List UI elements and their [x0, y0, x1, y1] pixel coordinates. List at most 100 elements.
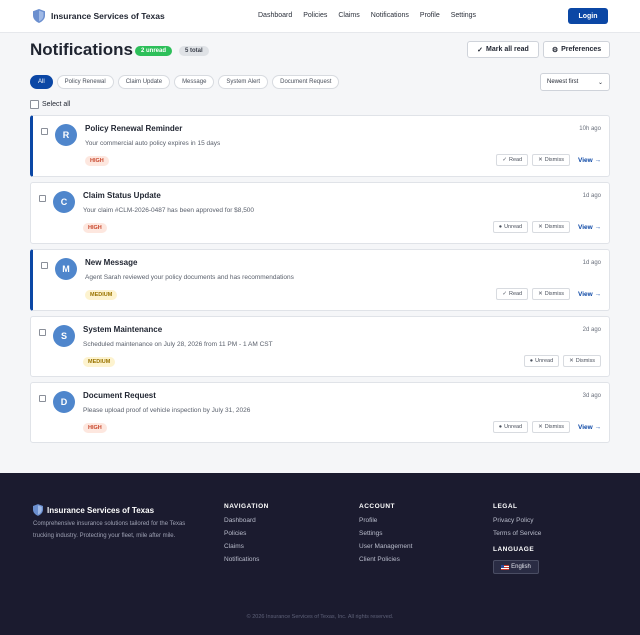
avatar: C — [53, 191, 75, 213]
dismiss-label: Dismiss — [544, 157, 564, 163]
dismiss-label: Dismiss — [575, 358, 595, 364]
nav-item-policies[interactable]: Policies — [303, 12, 327, 19]
footer-link-policies[interactable]: Policies — [224, 530, 269, 537]
footer-account-heading: ACCOUNT — [359, 503, 395, 510]
select-all[interactable]: Select all — [30, 100, 70, 109]
language-label: English — [511, 564, 531, 570]
total-count-badge: 5 total — [179, 46, 209, 56]
footer-link-user-management[interactable]: User Management — [359, 543, 412, 550]
notification-card[interactable]: S System Maintenance Scheduled maintenan… — [30, 316, 610, 377]
notification-actions: ● Unread ✕ Dismiss View → — [492, 421, 601, 433]
mark-all-read-button[interactable]: ✓ Mark all read — [467, 41, 539, 58]
notification-time: 1d ago — [582, 260, 601, 266]
dismiss-button[interactable]: ✕ Dismiss — [532, 221, 570, 233]
dismiss-button[interactable]: ✕ Dismiss — [532, 154, 570, 166]
notification-time: 2d ago — [582, 327, 601, 333]
notification-title: Document Request — [83, 391, 156, 400]
notification-message: Your commercial auto policy expires in 1… — [85, 140, 221, 147]
mark-read-button[interactable]: ✓ Read — [496, 154, 529, 166]
notification-title: New Message — [85, 258, 138, 267]
dismiss-button[interactable]: ✕ Dismiss — [532, 421, 570, 433]
priority-badge: MEDIUM — [83, 357, 116, 367]
footer-account-column: ACCOUNT Profile Settings User Management… — [359, 503, 412, 569]
dismiss-label: Dismiss — [544, 291, 564, 297]
dot-icon: ● — [498, 424, 503, 430]
view-link[interactable]: View → — [578, 157, 601, 164]
notification-checkbox[interactable] — [41, 262, 48, 269]
dismiss-button[interactable]: ✕ Dismiss — [532, 288, 570, 300]
close-icon: ✕ — [538, 291, 543, 297]
select-all-checkbox[interactable] — [30, 100, 39, 109]
preferences-label: Preferences — [561, 46, 602, 53]
nav-item-profile[interactable]: Profile — [420, 12, 440, 19]
view-link[interactable]: View → — [578, 424, 601, 431]
check-icon: ✓ — [477, 46, 484, 54]
sort-select[interactable]: Newest first ⌄ — [540, 73, 610, 91]
footer-link-dashboard[interactable]: Dashboard — [224, 517, 269, 524]
mark-unread-button[interactable]: ● Unread — [492, 221, 529, 233]
language-button[interactable]: English — [493, 560, 539, 574]
notification-time: 1d ago — [582, 193, 601, 199]
notification-checkbox[interactable] — [41, 128, 48, 135]
footer-navigation-column: NAVIGATION Dashboard Policies Claims Not… — [224, 503, 269, 569]
brand-name: Insurance Services of Texas — [51, 11, 165, 21]
shield-logo-icon — [33, 9, 45, 23]
unread-count-badge: 2 unread — [135, 46, 173, 56]
nav-item-claims[interactable]: Claims — [338, 12, 359, 19]
notification-actions: ✓ Read ✕ Dismiss View → — [496, 154, 601, 166]
priority-badge: HIGH — [83, 223, 107, 233]
top-navbar: Insurance Services of Texas Dashboard Po… — [0, 0, 640, 33]
filter-chips: All Policy Renewal Claim Update Message … — [30, 75, 340, 89]
filter-chip-system-alert[interactable]: System Alert — [218, 75, 269, 89]
nav-item-dashboard[interactable]: Dashboard — [258, 12, 292, 19]
view-link[interactable]: View → — [578, 224, 601, 231]
notification-message: Scheduled maintenance on July 28, 2026 f… — [83, 341, 273, 348]
copyright: © 2026 Insurance Services of Texas, Inc.… — [246, 614, 394, 620]
nav-item-notifications[interactable]: Notifications — [371, 12, 409, 19]
preferences-button[interactable]: ⚙ Preferences — [543, 41, 610, 58]
close-icon: ✕ — [538, 424, 543, 430]
notification-checkbox[interactable] — [39, 395, 46, 402]
avatar: S — [53, 325, 75, 347]
shield-logo-icon — [33, 504, 43, 516]
mark-all-read-label: Mark all read — [486, 46, 529, 53]
view-link[interactable]: View → — [578, 291, 601, 298]
login-button[interactable]: Login — [568, 8, 608, 24]
close-icon: ✕ — [538, 157, 543, 163]
filter-chip-claim-update[interactable]: Claim Update — [117, 75, 171, 89]
notification-message: Please upload proof of vehicle inspectio… — [83, 407, 251, 414]
priority-badge: MEDIUM — [85, 290, 118, 300]
notification-checkbox[interactable] — [39, 195, 46, 202]
nav-item-settings[interactable]: Settings — [451, 12, 476, 19]
filter-chip-document-request[interactable]: Document Request — [272, 75, 340, 89]
footer-link-claims[interactable]: Claims — [224, 543, 269, 550]
mark-unread-label: Unread — [504, 224, 523, 230]
footer-brand-name: Insurance Services of Texas — [47, 505, 155, 515]
chevron-down-icon: ⌄ — [597, 79, 603, 86]
mark-unread-button[interactable]: ● Unread — [523, 355, 560, 367]
footer-link-privacy-policy[interactable]: Privacy Policy — [493, 517, 541, 524]
notification-title: System Maintenance — [83, 325, 163, 334]
us-flag-icon — [501, 564, 510, 570]
mark-read-button[interactable]: ✓ Read — [496, 288, 529, 300]
brand[interactable]: Insurance Services of Texas — [33, 9, 165, 23]
notification-card[interactable]: D Document Request Please upload proof o… — [30, 382, 610, 443]
priority-badge: HIGH — [85, 156, 109, 166]
footer-link-terms-of-service[interactable]: Terms of Service — [493, 530, 541, 537]
dismiss-button[interactable]: ✕ Dismiss — [563, 355, 601, 367]
filter-chip-policy-renewal[interactable]: Policy Renewal — [56, 75, 114, 89]
footer-link-profile[interactable]: Profile — [359, 517, 412, 524]
notification-card[interactable]: R Policy Renewal Reminder Your commercia… — [30, 115, 610, 177]
footer-link-client-policies[interactable]: Client Policies — [359, 556, 412, 563]
notification-card[interactable]: C Claim Status Update Your claim #CLM-20… — [30, 182, 610, 244]
notification-card[interactable]: M New Message Agent Sarah reviewed your … — [30, 249, 610, 311]
notification-checkbox[interactable] — [39, 329, 46, 336]
avatar: M — [55, 258, 77, 280]
filter-chip-all[interactable]: All — [30, 75, 53, 89]
close-icon: ✕ — [569, 358, 574, 364]
footer-link-notifications[interactable]: Notifications — [224, 556, 269, 563]
footer-link-settings[interactable]: Settings — [359, 530, 412, 537]
gear-icon: ⚙ — [551, 46, 559, 54]
mark-unread-button[interactable]: ● Unread — [492, 421, 529, 433]
filter-chip-message[interactable]: Message — [174, 75, 215, 89]
